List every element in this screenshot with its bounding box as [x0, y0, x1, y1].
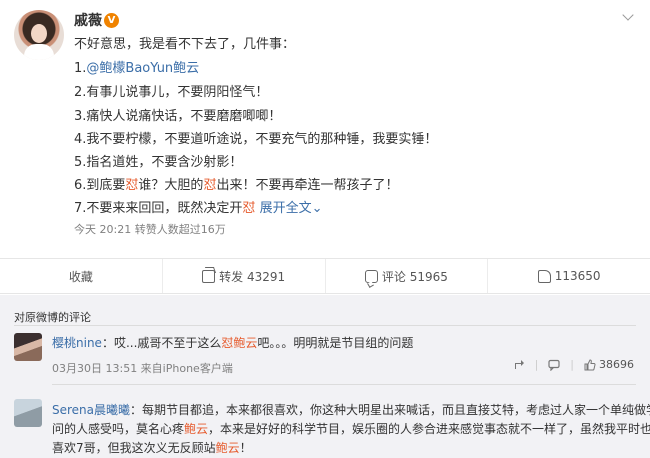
post-line-2: 2.有事儿说事儿，不要阴阳怪气！ — [74, 85, 269, 100]
commenter-avatar[interactable] — [14, 333, 42, 361]
repost-label: 转发 43291 — [219, 269, 286, 284]
highlight-word[interactable]: 怼鲍云 — [221, 336, 257, 350]
action-bar: 收藏 转发 43291 评论 51965 113650 — [0, 258, 650, 294]
comment-label: 评论 51965 — [381, 269, 448, 284]
separator: | — [570, 358, 574, 371]
text-fragment: ：哎...戚哥不至于这么 — [101, 336, 222, 350]
text-fragment: 吧。。。明明就是节目组的问题 — [257, 336, 414, 350]
verified-badge-icon: V — [104, 13, 119, 28]
comment-icon — [364, 269, 378, 283]
favorite-button[interactable]: 收藏 — [0, 259, 163, 293]
post-line-4: 4.我不要柠檬，不要道听途说，不要充气的那种锤，我要实锤！ — [74, 132, 438, 147]
commenter-name[interactable]: Serena晨曦曦 — [52, 403, 130, 417]
comment-text: Serena晨曦曦：每期节目都追，本来都很喜欢，你这种大明星出来喊话，而且直接艾… — [52, 401, 650, 419]
highlight-word[interactable]: 怼 — [203, 178, 216, 193]
favorite-label: 收藏 — [68, 269, 93, 284]
share-icon[interactable] — [513, 359, 525, 371]
thumbs-up-icon — [584, 358, 596, 370]
highlight-word[interactable]: 鲍云 — [184, 422, 208, 436]
chevron-down-icon[interactable]: ⌄ — [312, 201, 323, 216]
divider — [52, 384, 636, 385]
thumbs-up-icon — [537, 269, 551, 283]
text-fragment: 出来！不要再牵连一帮孩子了！ — [216, 178, 399, 193]
repost-button[interactable]: 转发 43291 — [163, 259, 326, 293]
highlight-word[interactable]: 怼 — [125, 178, 138, 193]
comment-text: 樱桃nine：哎...戚哥不至于这么怼鲍云吧。。。明明就是节目组的问题 — [52, 334, 413, 352]
comment-actions: | | 38696 — [513, 358, 634, 371]
commenter-name[interactable]: 樱桃nine — [52, 336, 102, 350]
expand-full-text-link[interactable]: 展开全文 — [260, 201, 312, 216]
user-avatar[interactable] — [14, 10, 64, 60]
comment-text-line-3: 喜欢7哥，但我这次义无反顾站鲍云！ — [52, 439, 252, 457]
highlight-word[interactable]: 怼 — [242, 201, 255, 216]
post-line-intro: 不好意思，我是看不下去了，几件事： — [74, 37, 296, 52]
post-line-7: 7.不要来来回回，既然决定开怼 展开全文⌄ — [74, 200, 322, 218]
post-line-6: 6.到底要怼谁？大胆的怼出来！不要再牵连一帮孩子了！ — [74, 177, 398, 195]
comment-text-line-2: 问的人感受吗，莫名心疼鲍云，本来是好好的科学节目，娱乐圈的人参合进来感觉事态就不… — [52, 420, 650, 438]
comment-like-count: 38696 — [599, 358, 634, 371]
text-fragment: 6.到底要 — [74, 178, 126, 193]
comments-title: 对原微博的评论 — [14, 311, 91, 324]
share-icon — [202, 269, 216, 283]
text-fragment: 问的人感受吗，莫名心疼 — [52, 422, 185, 436]
mention-link[interactable]: @鲍檬BaoYun鲍云 — [86, 61, 199, 76]
text-fragment: ：每期节目都追，本来都很喜欢，你这种大明星出来喊话，而且直接艾特，考虑过人家一个… — [130, 403, 650, 417]
post-line-5: 5.指名道姓，不要含沙射影！ — [74, 155, 243, 170]
post-line-1: 1.@鲍檬BaoYun鲍云 — [74, 60, 199, 78]
text-fragment: ，本来是好好的科学节目，娱乐圈的人参合进来感觉事态就不一样了，虽然我平时也很 — [208, 422, 650, 436]
highlight-word[interactable]: 鲍云 — [216, 441, 240, 455]
divider — [14, 325, 636, 326]
comment-icon[interactable] — [548, 359, 560, 371]
separator: | — [534, 358, 539, 371]
like-button[interactable]: 113650 — [488, 259, 650, 293]
comment-like-button[interactable]: 38696 — [584, 358, 634, 371]
commenter-avatar[interactable] — [14, 399, 42, 427]
comment-meta: 03月30日 13:51 来自iPhone客户端 — [52, 362, 233, 375]
text-fragment: 7.不要来来回回，既然决定开 — [74, 201, 243, 216]
chevron-down-icon[interactable] — [622, 10, 636, 20]
post-meta: 今天 20:21 转赞人数超过16万 — [74, 223, 226, 236]
comment-button[interactable]: 评论 51965 — [326, 259, 489, 293]
like-count: 113650 — [554, 269, 601, 283]
post-line-3: 3.痛快人说痛快话，不要磨磨唧唧！ — [74, 109, 282, 124]
post-username[interactable]: 戚薇 — [74, 12, 102, 30]
text-fragment: ！ — [239, 441, 252, 455]
text-fragment: 喜欢7哥，但我这次义无反顾站 — [52, 441, 216, 455]
text-fragment: 谁？大胆的 — [138, 178, 204, 193]
list-number: 1. — [74, 61, 87, 76]
